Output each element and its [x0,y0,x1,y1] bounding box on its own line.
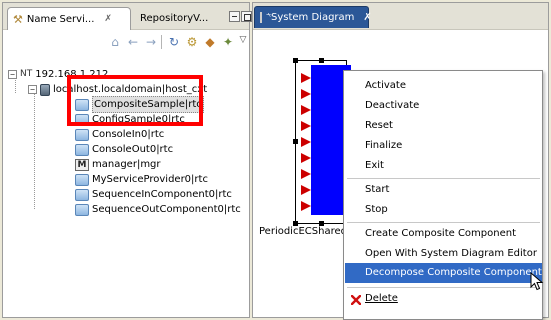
menu-item-delete-label: Delete [365,293,398,304]
tab-name-service-label: Name Servi... [26,13,95,25]
tree-item[interactable]: ConsoleIn0|rtc [75,127,164,142]
tree-item-label: SequenceOutComponent0|rtc [92,204,241,215]
editor-tab-bar: *System Diagram ✗ [253,3,548,30]
tree-item[interactable]: M manager|mgr [75,157,161,172]
tree-item[interactable]: SequenceOutComponent0|rtc [75,202,241,217]
menu-separator [347,287,540,288]
menu-item-open-system-diagram[interactable]: Open With System Diagram Editor [345,244,542,264]
inport-icon[interactable] [301,121,311,131]
collapse-expander-icon[interactable]: − [28,85,37,94]
context-menu: Activate Deactivate Reset Finalize Exit … [343,70,544,320]
diagram-icon [260,12,269,23]
minimize-icon[interactable] [229,11,240,22]
home-icon[interactable]: ⌂ [107,34,123,50]
rtc-component-icon [75,173,89,186]
inport-icon[interactable] [301,185,311,195]
component-name-label: PeriodicECShared [259,226,345,237]
view-tab-bar: ⚒ Name Servi... ✗ RepositoryV... [3,3,252,30]
menu-separator [347,178,540,179]
menu-item-decompose-composite[interactable]: Decompose Composite Component [345,263,542,283]
filter-icon[interactable]: ⚙ [184,34,200,50]
close-icon[interactable]: ✗ [363,12,371,23]
rtc-component-icon [75,143,89,156]
menu-item-stop[interactable]: Stop [345,200,542,220]
tab-repository-view[interactable]: RepositoryV... [135,7,227,29]
toolbar-separator [161,35,162,49]
menu-separator [347,222,540,223]
tab-name-service[interactable]: ⚒ Name Servi... ✗ [7,7,131,30]
red-highlight-box [67,75,203,126]
collapse-expander-icon[interactable]: − [8,70,17,79]
view-icon: ⚒ [13,12,23,26]
name-service-view: ⚒ Name Servi... ✗ RepositoryV... ⌂ ← → ↻… [2,2,252,318]
link-icon[interactable]: ✦ [220,34,236,50]
tab-system-diagram[interactable]: *System Diagram ✗ [254,6,372,28]
inport-icon[interactable] [301,137,311,147]
menu-item-delete[interactable]: Delete [345,289,542,309]
tab-system-diagram-label: *System Diagram [266,12,355,23]
inport-icon[interactable] [301,89,311,99]
tree-item[interactable]: SequenceInComponent0|rtc [75,187,232,202]
inport-icon[interactable] [301,153,311,163]
back-icon[interactable]: ← [125,34,141,50]
menu-item-deactivate[interactable]: Deactivate [345,96,542,116]
collapse-icon[interactable]: ◆ [202,34,218,50]
menu-item-exit[interactable]: Exit [345,156,542,176]
resize-handle[interactable] [319,58,324,63]
menu-item-create-composite[interactable]: Create Composite Component [345,224,542,244]
resize-handle[interactable] [293,139,298,144]
tree-item-label: ConsoleIn0|rtc [92,129,165,140]
rtc-component-icon [75,128,89,141]
inport-icon[interactable] [301,201,311,211]
tree-item-label: SequenceInComponent0|rtc [92,189,232,200]
tab-repository-label: RepositoryV... [140,12,209,24]
inport-icon[interactable] [301,169,311,179]
menu-item-finalize[interactable]: Finalize [345,136,542,156]
menu-item-reset[interactable]: Reset [345,116,542,136]
close-icon[interactable]: ✗ [104,14,112,24]
cursor-icon [530,272,544,291]
inport-icon[interactable] [301,105,311,115]
refresh-icon[interactable]: ↻ [166,34,182,50]
tree-item-label: ConsoleOut0|rtc [92,144,174,155]
view-toolbar: ⌂ ← → ↻ ⚙ ◆ ✦ ▽ [3,31,249,53]
manager-icon: M [75,158,89,171]
tree-item-label: MyServiceProvider0|rtc [92,174,208,185]
forward-icon[interactable]: → [143,34,159,50]
menu-item-activate[interactable]: Activate [345,76,542,96]
resize-handle[interactable] [293,58,298,63]
naming-service-icon: NT [20,69,33,79]
host-context-icon [40,83,50,96]
rtc-component-icon [75,203,89,216]
tree-item[interactable]: MyServiceProvider0|rtc [75,172,208,187]
tree-item[interactable]: ConsoleOut0|rtc [75,142,173,157]
tree-guide-line [34,91,35,209]
rtc-component-icon [75,188,89,201]
maximize-icon[interactable] [241,11,252,22]
tree-item-label: manager|mgr [92,159,161,170]
menu-item-start[interactable]: Start [345,180,542,200]
view-menu-icon[interactable]: ▽ [235,32,251,48]
delete-icon [351,295,361,305]
inport-icon[interactable] [301,73,311,83]
